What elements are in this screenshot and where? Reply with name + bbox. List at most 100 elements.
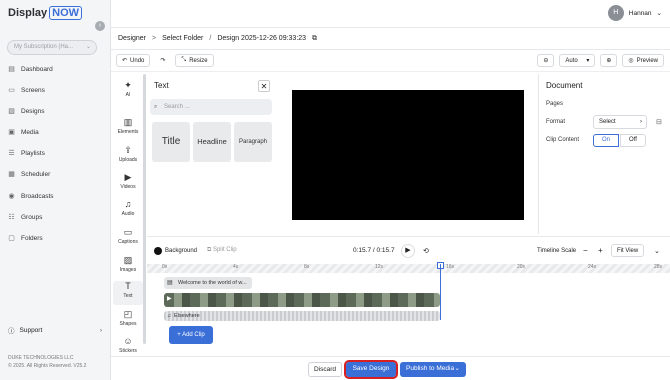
chevron-down-icon: ⌄ — [656, 10, 662, 17]
tool-stickers[interactable]: ☺ Stickers — [113, 336, 143, 354]
upload-icon: ⇪ — [124, 145, 132, 155]
zoom-out-button[interactable]: ⊖ — [537, 54, 555, 67]
undo-icon: ↶ — [122, 58, 128, 64]
undo-button[interactable]: ↶ Undo — [116, 54, 151, 67]
tool-label: Audio — [121, 211, 135, 217]
tool-text[interactable]: T Text — [113, 281, 143, 305]
dashboard-icon: ▤ — [8, 66, 15, 73]
pages-heading: Pages — [546, 101, 564, 107]
design-title: Design 2025-12-26 09:33:23 — [217, 35, 307, 42]
audio-clip[interactable]: ♫ Elsewhere — [164, 311, 440, 321]
broadcast-icon: ◉ — [8, 193, 15, 200]
editor-footer: Discard Save Design Publish to Media ⌄ — [111, 356, 670, 380]
video-clip[interactable]: ▶ — [164, 293, 440, 307]
tool-captions[interactable]: ▭ Captions — [113, 227, 143, 245]
sidebar-item-label: Folders — [21, 235, 43, 242]
sidebar-item-scheduler[interactable]: ▦ Scheduler — [8, 171, 50, 178]
publish-button[interactable]: Publish to Media ⌄ — [400, 362, 466, 377]
design-canvas[interactable] — [292, 90, 524, 220]
close-icon: ✕ — [260, 82, 268, 91]
paragraph-style-card[interactable]: Paragraph — [234, 122, 272, 162]
subscription-select[interactable]: My Subscription (Ha... ⌄ — [7, 40, 97, 55]
sidebar-item-playlists[interactable]: ☰ Playlists — [8, 150, 44, 157]
format-select[interactable]: Select › — [593, 115, 647, 129]
sidebar-item-media[interactable]: ▣ Media — [8, 129, 39, 136]
support-menu[interactable]: ⓘ Support › — [8, 325, 102, 336]
app-logo[interactable]: Display NOW — [8, 6, 83, 20]
tool-label: Stickers — [119, 348, 137, 354]
zoom-select[interactable]: Auto ▾ — [559, 54, 596, 67]
title-style-card[interactable]: Title — [152, 122, 190, 162]
tool-shapes[interactable]: ◰ Shapes — [113, 309, 143, 327]
panel-title: Document — [546, 81, 583, 90]
breadcrumb-designer[interactable]: Designer — [118, 35, 146, 42]
redo-button[interactable]: ↷ — [155, 54, 171, 67]
collapse-sidebar-button[interactable]: ‹ — [95, 21, 105, 31]
tool-label: Text — [123, 293, 133, 299]
background-button[interactable]: Background — [154, 246, 197, 255]
timeline-ruler[interactable]: 0s 4s 8s 12s 16s 20s 24s 28s — [147, 264, 670, 273]
text-search-input[interactable]: ⌕ Search ... — [150, 99, 272, 115]
preview-label: Preview — [636, 57, 658, 64]
media-icon: ▣ — [8, 129, 15, 136]
headline-style-card[interactable]: Headline — [193, 122, 231, 162]
zoom-value: Auto — [565, 57, 578, 64]
sticker-icon: ☺ — [123, 336, 133, 346]
calendar-icon: ▦ — [8, 171, 15, 178]
text-clip-label: Welcome to the world of w... — [178, 280, 247, 286]
zoom-in-button[interactable]: ⊕ — [600, 54, 618, 67]
sidebar-item-folders[interactable]: ▢ Folders — [8, 235, 43, 242]
tool-ai[interactable]: ✦ AI — [113, 80, 143, 98]
tool-column: ✦ AI ▥ Elements ⇪ Uploads ▶ Videos ♫ Audio ▭ C… — [113, 74, 143, 374]
search-placeholder: Search ... — [164, 104, 190, 110]
chevron-down-icon[interactable]: ⌄ — [654, 247, 660, 255]
publish-label: Publish to Media — [406, 365, 455, 372]
color-swatch — [154, 246, 162, 255]
clip-on-toggle[interactable]: On — [593, 134, 619, 147]
folder-icon: ▢ — [8, 235, 15, 242]
save-design-button[interactable]: Save Design — [344, 360, 398, 379]
image-icon: ▨ — [123, 255, 133, 265]
tool-images[interactable]: ▨ Images — [113, 255, 143, 273]
logo-now: NOW — [49, 6, 83, 20]
sidebar-item-dashboard[interactable]: ▤ Dashboard — [8, 66, 53, 73]
loop-button[interactable]: ⟲ — [423, 247, 429, 255]
resize-label: Resize — [189, 57, 208, 64]
lock-icon[interactable]: ⊟ — [656, 118, 662, 126]
support-label: Support — [19, 326, 43, 334]
discard-button[interactable]: Discard — [308, 362, 342, 377]
play-button[interactable]: ▶ — [401, 243, 415, 258]
sidebar-item-groups[interactable]: ☷ Groups — [8, 214, 42, 221]
sidebar-item-screens[interactable]: ▭ Screens — [8, 87, 45, 94]
resize-button[interactable]: ⤡ Resize — [175, 54, 214, 67]
chevron-right-icon: › — [99, 326, 102, 334]
tool-uploads[interactable]: ⇪ Uploads — [113, 145, 143, 163]
scale-minus-button[interactable]: − — [583, 246, 588, 255]
tool-elements[interactable]: ▥ Elements — [113, 117, 143, 135]
format-label: Format — [546, 119, 566, 125]
sidebar-item-designs[interactable]: ▧ Designs — [8, 108, 44, 115]
company-name: DUKE TECHNOLOGIES LLC — [8, 355, 74, 361]
tool-audio[interactable]: ♫ Audio — [113, 199, 143, 217]
clip-off-toggle[interactable]: Off — [620, 134, 646, 147]
breadcrumb-folder[interactable]: Select Folder — [162, 35, 203, 42]
fit-view-button[interactable]: Fit View — [611, 244, 645, 257]
zoom-out-icon: ⊖ — [543, 58, 549, 64]
panel-title: Text — [154, 81, 169, 90]
text-clip[interactable]: ▤ Welcome to the world of w... — [164, 277, 252, 289]
add-clip-button[interactable]: + Add Clip — [169, 326, 213, 344]
tool-scrollbar[interactable] — [143, 74, 146, 344]
time-readout: 0:15.7 / 0:15.7 — [353, 247, 395, 254]
close-panel-button[interactable]: ✕ — [258, 80, 270, 92]
split-clip-button[interactable]: ⧉ Split Clip — [207, 247, 237, 254]
tool-videos[interactable]: ▶ Videos — [113, 172, 143, 190]
copy-icon[interactable]: ⧉ — [312, 35, 317, 43]
user-menu[interactable]: H Hannan ⌄ — [607, 5, 662, 21]
search-icon: ⌕ — [154, 104, 158, 110]
playhead[interactable] — [440, 264, 441, 320]
sidebar-item-broadcasts[interactable]: ◉ Broadcasts — [8, 193, 53, 200]
scale-plus-button[interactable]: + — [598, 246, 603, 255]
chevron-down-icon: ⌄ — [454, 365, 460, 372]
preview-button[interactable]: ◎ Preview — [622, 54, 664, 67]
chevron-down-icon: ⌄ — [85, 44, 91, 50]
